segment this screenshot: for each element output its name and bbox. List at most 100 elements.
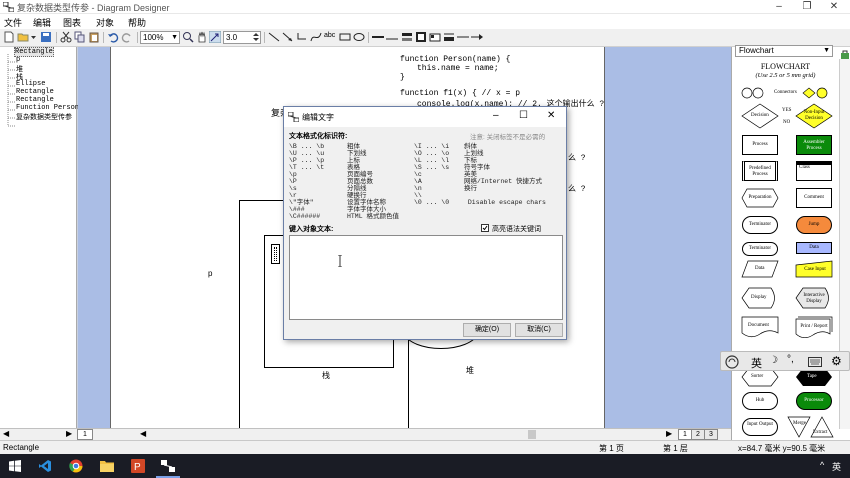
cancel-button[interactable]: 取消(C) <box>515 323 563 337</box>
process-shape[interactable]: Process <box>742 135 778 155</box>
text-tool-icon[interactable]: abc <box>324 32 335 39</box>
jump-shape[interactable]: Jump <box>796 216 832 234</box>
ime-logo-icon[interactable] <box>725 355 739 369</box>
processor-shape[interactable]: Processor <box>796 392 832 410</box>
layers-icon[interactable] <box>429 31 441 43</box>
zoom-icon[interactable] <box>182 31 194 43</box>
save-icon[interactable] <box>40 31 52 43</box>
palette-select[interactable]: Flowchart ▼ <box>735 45 833 57</box>
hub-shape[interactable]: Hub <box>742 392 778 410</box>
selection-handle[interactable] <box>274 247 277 261</box>
checkbox-label[interactable]: 高亮语法关键词 <box>492 224 541 234</box>
status-coordinates: x=84.7 毫米 y=90.5 毫米 <box>738 444 826 453</box>
code-line: function f1(x) { // x = p <box>400 89 521 98</box>
ime-keyboard-icon[interactable] <box>808 357 822 367</box>
arrange-icon[interactable] <box>443 31 455 43</box>
menu-help[interactable]: 帮助 <box>128 16 146 29</box>
arrow-line-tool-icon[interactable] <box>282 31 294 43</box>
restore-icon[interactable]: ❐ <box>801 1 813 13</box>
extract-label: Extract <box>813 430 828 435</box>
cut-icon[interactable] <box>60 31 72 43</box>
bezier-tool-icon[interactable] <box>310 31 322 43</box>
tree-item[interactable]: Function Person <box>16 104 79 112</box>
object-text-input[interactable] <box>289 235 563 320</box>
tree-item[interactable]: 复杂数据类型传参 <box>16 112 72 122</box>
merge-shape[interactable] <box>787 416 811 438</box>
bottom-tab[interactable]: 2 <box>691 429 705 440</box>
scroll-left-icon[interactable]: ◀ <box>3 429 9 438</box>
close-icon[interactable]: ✕ <box>547 110 555 121</box>
new-icon[interactable] <box>3 31 15 43</box>
pan-hand-icon[interactable] <box>196 31 208 43</box>
redo-icon[interactable] <box>121 31 133 43</box>
menu-edit[interactable]: 编辑 <box>33 16 51 29</box>
highlight-checkbox[interactable] <box>481 224 489 232</box>
ime-tray-icon[interactable]: 英 <box>832 460 841 473</box>
tree-item[interactable]: Ellipse <box>16 80 45 88</box>
spin-icon[interactable] <box>252 31 260 43</box>
comment-shape[interactable]: Comment <box>796 188 832 208</box>
windows-start-icon[interactable] <box>9 460 21 472</box>
diagram-designer-icon[interactable] <box>160 459 176 473</box>
dialog-title-bar: 编辑文字 – ☐ ✕ <box>284 107 566 127</box>
code-fragment: 么 ? <box>568 185 586 194</box>
ime-moon-icon[interactable]: ☽ <box>769 355 778 366</box>
code-line: this.name = name; <box>417 64 499 73</box>
terminator-shape[interactable]: Terminator <box>742 216 778 234</box>
undo-icon[interactable] <box>107 31 119 43</box>
minimize-icon[interactable]: – <box>773 1 785 13</box>
maximize-icon[interactable]: ☐ <box>519 110 528 121</box>
terminator2-shape[interactable]: Terminator <box>742 242 778 256</box>
line-thin-icon[interactable] <box>386 31 398 43</box>
paste-icon[interactable] <box>88 31 100 43</box>
open-icon[interactable] <box>17 31 29 43</box>
color-icon[interactable] <box>415 31 427 43</box>
tree-item[interactable]: p <box>16 56 20 64</box>
palette-scrollbar[interactable] <box>839 59 850 429</box>
connector-tool-icon[interactable] <box>296 31 308 43</box>
scroll-right-icon[interactable]: ▶ <box>666 429 672 438</box>
codes-column-1: \B ... \b \U ... \u \P ... \p \T ... \t … <box>289 143 325 220</box>
ime-language-icon[interactable]: 英 <box>751 355 762 371</box>
data-blue-shape[interactable]: Data <box>796 242 832 254</box>
assembler-process-shape[interactable]: Assembler Process <box>796 135 832 155</box>
chrome-icon[interactable] <box>69 459 83 473</box>
ime-settings-icon[interactable]: ⚙ <box>831 354 842 368</box>
ok-button[interactable]: 确定(O) <box>463 323 511 337</box>
scroll-right-icon[interactable]: ▶ <box>66 429 72 438</box>
snap-grid-icon[interactable] <box>209 31 221 43</box>
arrowhead-icon[interactable] <box>471 31 483 43</box>
menu-diagram[interactable]: 图表 <box>63 16 81 29</box>
rectangle-tool-icon[interactable] <box>339 31 351 43</box>
powerpoint-icon[interactable]: P <box>131 459 145 473</box>
dash-icon[interactable] <box>457 31 469 43</box>
predefined-process-shape[interactable]: Predefined Process <box>742 161 778 181</box>
input-output-shape[interactable]: Input Output <box>742 418 778 436</box>
chevron-up-icon[interactable]: ^ <box>820 460 824 470</box>
line-style-icon[interactable] <box>372 31 384 43</box>
line-tool-icon[interactable] <box>268 31 280 43</box>
tree-item[interactable]: Rectangle <box>16 96 54 104</box>
menu-object[interactable]: 对象 <box>96 16 114 29</box>
copy-icon[interactable] <box>74 31 86 43</box>
minimize-icon[interactable]: – <box>493 110 499 121</box>
bottom-tab[interactable]: 3 <box>704 429 718 440</box>
align-icon[interactable] <box>401 31 413 43</box>
class-shape[interactable]: Class <box>796 161 832 181</box>
horizontal-scrollbar[interactable]: ◀ ▶ 1 ◀ ▶ 1 2 3 <box>0 428 731 440</box>
scroll-thumb[interactable] <box>528 430 536 439</box>
bottom-tab[interactable]: 1 <box>678 429 692 440</box>
menu-file[interactable]: 文件 <box>4 16 22 29</box>
codes-column-2: \I ... \i \O ... \o \L ... \l \S ... \s … <box>414 143 450 206</box>
file-explorer-icon[interactable] <box>100 459 114 472</box>
ime-punct-icon[interactable]: °, <box>787 354 794 365</box>
zoom-select[interactable]: 100% ▼ <box>140 31 180 44</box>
dropdown-arrow-icon[interactable] <box>30 31 37 43</box>
vscode-icon[interactable] <box>38 459 52 473</box>
close-icon[interactable]: ✕ <box>828 1 840 13</box>
ellipse-tool-icon[interactable] <box>353 31 365 43</box>
object-tree: Rectangle p 堆 栈 Ellipse Rectangle Rectan… <box>0 47 79 428</box>
scroll-left-icon[interactable]: ◀ <box>140 429 146 438</box>
page-tab[interactable]: 1 <box>77 429 93 440</box>
tree-item[interactable]: Rectangle <box>16 88 54 96</box>
